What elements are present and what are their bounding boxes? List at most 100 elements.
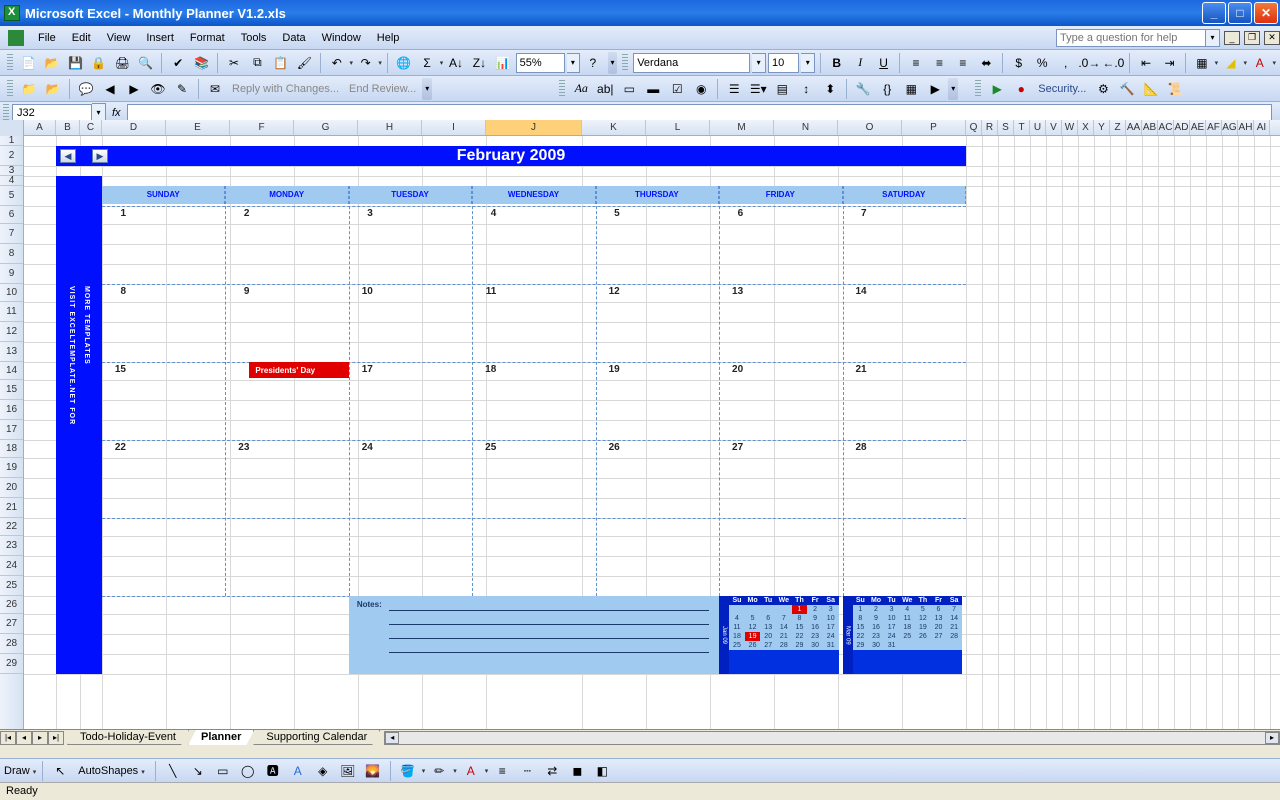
column-header[interactable]: W: [1062, 120, 1078, 135]
3d-icon[interactable]: ◧: [591, 760, 613, 782]
tab-nav-first[interactable]: |◂: [0, 731, 16, 745]
toolbar-options-icon[interactable]: ▾: [608, 52, 618, 74]
permission-icon[interactable]: 🔒: [88, 52, 109, 74]
font-size-combo[interactable]: 10: [768, 53, 799, 73]
font-color-icon[interactable]: A: [1249, 52, 1270, 74]
increase-decimal-icon[interactable]: .0→: [1078, 52, 1100, 74]
end-review-button[interactable]: End Review...: [345, 83, 420, 95]
column-header[interactable]: H: [358, 120, 422, 135]
scroll-left-button[interactable]: ◂: [385, 732, 399, 744]
row-header[interactable]: 7: [0, 224, 23, 244]
diagram-icon[interactable]: ◈: [312, 760, 334, 782]
folder-icon[interactable]: 📁: [18, 78, 40, 100]
oval-icon[interactable]: ◯: [237, 760, 259, 782]
combobox-control-icon[interactable]: ☰▾: [747, 78, 769, 100]
menu-window[interactable]: Window: [314, 29, 369, 47]
print-preview-icon[interactable]: 🔍: [135, 52, 156, 74]
column-header[interactable]: J: [486, 120, 582, 135]
open-icon[interactable]: 📂: [41, 52, 62, 74]
row-header[interactable]: 5: [0, 186, 23, 206]
column-header[interactable]: AC: [1158, 120, 1174, 135]
comma-icon[interactable]: ,: [1055, 52, 1076, 74]
column-header[interactable]: P: [902, 120, 966, 135]
tab-nav-next[interactable]: ▸: [32, 731, 48, 745]
decrease-decimal-icon[interactable]: ←.0: [1102, 52, 1124, 74]
column-header[interactable]: F: [230, 120, 294, 135]
optionbutton-control-icon[interactable]: ◉: [690, 78, 712, 100]
menu-insert[interactable]: Insert: [138, 29, 182, 47]
row-header[interactable]: 21: [0, 498, 23, 518]
row-header[interactable]: 8: [0, 244, 23, 264]
column-header[interactable]: U: [1030, 120, 1046, 135]
row-header[interactable]: 4: [0, 176, 23, 186]
fx-icon[interactable]: fx: [112, 107, 121, 119]
toolbar-grip[interactable]: [7, 80, 13, 98]
row-header[interactable]: 28: [0, 634, 23, 654]
dash-style-icon[interactable]: ┄: [516, 760, 538, 782]
column-header[interactable]: AB: [1142, 120, 1158, 135]
properties-icon[interactable]: 🔧: [852, 78, 874, 100]
column-header[interactable]: T: [1014, 120, 1030, 135]
row-header[interactable]: 16: [0, 400, 23, 420]
zoom-dropdown[interactable]: ▾: [567, 53, 581, 73]
comment-show-icon[interactable]: 👁: [147, 78, 169, 100]
help-search-input[interactable]: [1056, 29, 1206, 47]
column-header[interactable]: AA: [1126, 120, 1142, 135]
select-objects-icon[interactable]: ↖: [49, 760, 71, 782]
window-minimize-button[interactable]: _: [1202, 2, 1226, 24]
spinner-control-icon[interactable]: ⬍: [819, 78, 841, 100]
hyperlink-icon[interactable]: 🌐: [393, 52, 414, 74]
column-header[interactable]: AI: [1254, 120, 1270, 135]
row-header[interactable]: 29: [0, 654, 23, 674]
sheet-tab[interactable]: Supporting Calendar: [253, 730, 380, 745]
currency-icon[interactable]: $: [1008, 52, 1029, 74]
column-header[interactable]: Q: [966, 120, 982, 135]
column-header[interactable]: AH: [1238, 120, 1254, 135]
row-header[interactable]: 13: [0, 342, 23, 362]
copy-icon[interactable]: ⧉: [247, 52, 268, 74]
prev-month-button[interactable]: ◀: [60, 149, 76, 163]
window-close-button[interactable]: ✕: [1254, 2, 1278, 24]
tab-nav-last[interactable]: ▸|: [48, 731, 64, 745]
menu-format[interactable]: Format: [182, 29, 233, 47]
undo-icon[interactable]: ↶: [326, 52, 347, 74]
toolbar-grip[interactable]: [622, 54, 628, 72]
row-header[interactable]: 2: [0, 146, 23, 166]
new-icon[interactable]: 📄: [18, 52, 39, 74]
menu-tools[interactable]: Tools: [233, 29, 275, 47]
column-header[interactable]: AF: [1206, 120, 1222, 135]
font-name-combo[interactable]: Verdana: [633, 53, 750, 73]
column-header[interactable]: D: [102, 120, 166, 135]
row-header[interactable]: 27: [0, 614, 23, 634]
italic-button[interactable]: I: [849, 52, 870, 74]
label-control-icon[interactable]: Aa: [570, 78, 592, 100]
window-maximize-button[interactable]: □: [1228, 2, 1252, 24]
scrollbar-control-icon[interactable]: ↕: [795, 78, 817, 100]
font-size-dropdown[interactable]: ▾: [801, 53, 815, 73]
arrow-style-icon[interactable]: ⇄: [541, 760, 563, 782]
mdi-close-button[interactable]: ✕: [1264, 31, 1280, 45]
redo-icon[interactable]: ↷: [355, 52, 376, 74]
autoshapes-menu[interactable]: AutoShapes ▾: [74, 763, 149, 779]
toolbar-options-icon[interactable]: ▾: [948, 78, 958, 100]
textbox-control-icon[interactable]: ab|: [594, 78, 616, 100]
toolbar-grip[interactable]: [559, 80, 565, 98]
percent-icon[interactable]: %: [1031, 52, 1052, 74]
control-toolbox-icon[interactable]: 🔨: [1116, 78, 1138, 100]
listbox-control-icon[interactable]: ☰: [723, 78, 745, 100]
borders-icon[interactable]: ▦: [1191, 52, 1212, 74]
fill-color-icon[interactable]: ◢: [1220, 52, 1241, 74]
mdi-restore-button[interactable]: ❐: [1244, 31, 1260, 45]
increase-indent-icon[interactable]: ⇥: [1159, 52, 1180, 74]
bold-button[interactable]: B: [826, 52, 847, 74]
paste-icon[interactable]: 📋: [270, 52, 291, 74]
column-header[interactable]: E: [166, 120, 230, 135]
comment-new-icon[interactable]: 💬: [75, 78, 97, 100]
line-style-icon[interactable]: ≡: [491, 760, 513, 782]
row-header[interactable]: 15: [0, 380, 23, 400]
comment-prev-icon[interactable]: ◀: [99, 78, 121, 100]
folder-up-icon[interactable]: 📂: [42, 78, 64, 100]
column-header[interactable]: Z: [1110, 120, 1126, 135]
design-mode-icon[interactable]: 📐: [1140, 78, 1162, 100]
row-header[interactable]: 24: [0, 556, 23, 576]
